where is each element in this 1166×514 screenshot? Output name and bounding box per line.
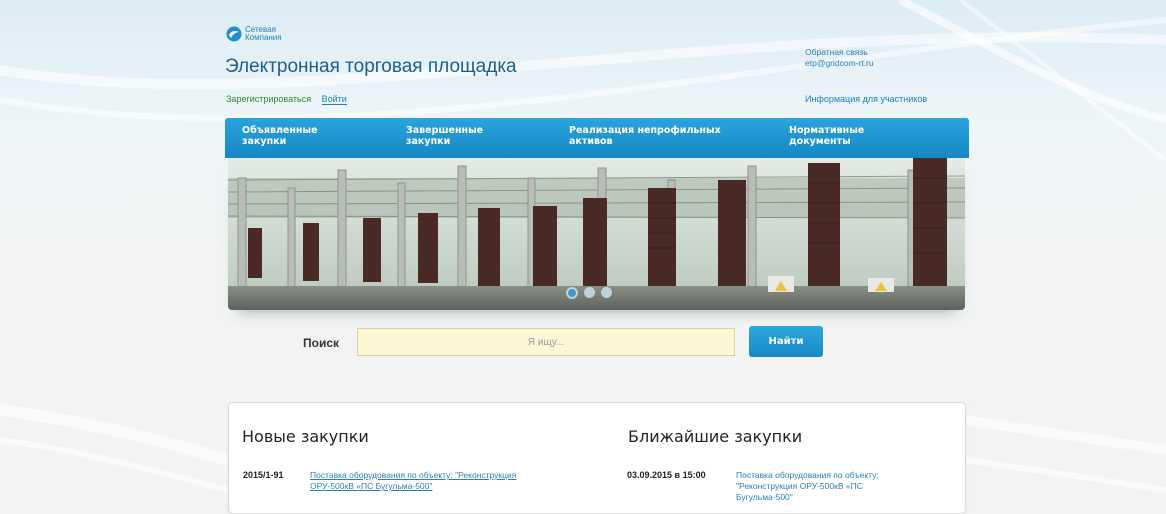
nav-regulatory-documents[interactable]: Нормативные документы — [789, 125, 864, 147]
search-button[interactable]: Найти — [749, 326, 823, 357]
logo-text: Сетевая Компания — [245, 26, 282, 42]
nav-item-line1: Объявленные — [242, 125, 318, 136]
new-purchases-title: Новые закупки — [242, 427, 369, 446]
slider-dot-3[interactable] — [601, 287, 612, 298]
purchase-link-line3: Бугульма-500" — [736, 492, 793, 502]
purchases-panel: Новые закупки 2015/1-91 Поставка оборудо… — [228, 402, 966, 514]
feedback-link[interactable]: Обратная связь — [805, 47, 874, 58]
nav-completed-purchases[interactable]: Завершенные закупки — [406, 125, 483, 147]
purchase-link-line2: "Реконструкция ОРУ-500кВ «ПС — [736, 481, 863, 491]
logo-icon — [226, 26, 242, 42]
participants-info-link[interactable]: Информация для участников — [805, 94, 927, 104]
site-title: Электронная торговая площадка — [225, 56, 517, 77]
nav-item-line2: закупки — [406, 136, 451, 147]
register-link[interactable]: Зарегистрироваться — [226, 94, 311, 104]
new-purchase-link[interactable]: Поставка оборудования по объекту: "Рекон… — [310, 470, 516, 492]
upcoming-purchases-title: Ближайшие закупки — [628, 427, 803, 446]
nav-non-core-assets[interactable]: Реализация непрофильных активов — [569, 125, 721, 147]
purchase-date: 03.09.2015 в 15:00 — [627, 470, 706, 480]
upcoming-purchase-link[interactable]: Поставка оборудования по объекту: "Рекон… — [736, 470, 879, 503]
search-input[interactable] — [357, 328, 735, 356]
company-logo[interactable]: Сетевая Компания — [226, 26, 282, 42]
nav-item-line2: закупки — [242, 136, 287, 147]
nav-item-line1: Реализация непрофильных — [569, 125, 721, 136]
login-link[interactable]: Войти — [321, 94, 347, 105]
email-link[interactable]: etp@gridcom-rt.ru — [805, 58, 874, 69]
contacts: Обратная связь etp@gridcom-rt.ru — [805, 47, 874, 69]
page: Сетевая Компания Электронная торговая пл… — [0, 0, 1166, 514]
nav-item-line2: документы — [789, 136, 851, 147]
nav-item-line1: Нормативные — [789, 125, 865, 136]
purchase-number: 2015/1-91 — [243, 470, 284, 480]
purchase-link-line1: Поставка оборудования по объекту: — [736, 470, 879, 480]
slider-dot-2[interactable] — [584, 287, 595, 298]
purchase-link-line1: Поставка оборудования по объекту: "Рекон… — [310, 470, 517, 480]
purchase-link-line2: ОРУ-500кВ «ПС Бугульма-500" — [310, 481, 433, 491]
auth-links: Зарегистрироваться Войти — [226, 94, 355, 105]
slider-dot-1[interactable] — [566, 287, 578, 299]
slider-dots — [566, 287, 612, 299]
search-label: Поиск — [303, 336, 340, 350]
nav-item-line1: Завершенные — [406, 125, 484, 136]
nav-item-line2: активов — [569, 136, 613, 147]
main-nav: Объявленные закупки Завершенные закупки … — [225, 118, 969, 158]
logo-line2: Компания — [245, 33, 282, 42]
nav-announced-purchases[interactable]: Объявленные закупки — [242, 125, 318, 147]
